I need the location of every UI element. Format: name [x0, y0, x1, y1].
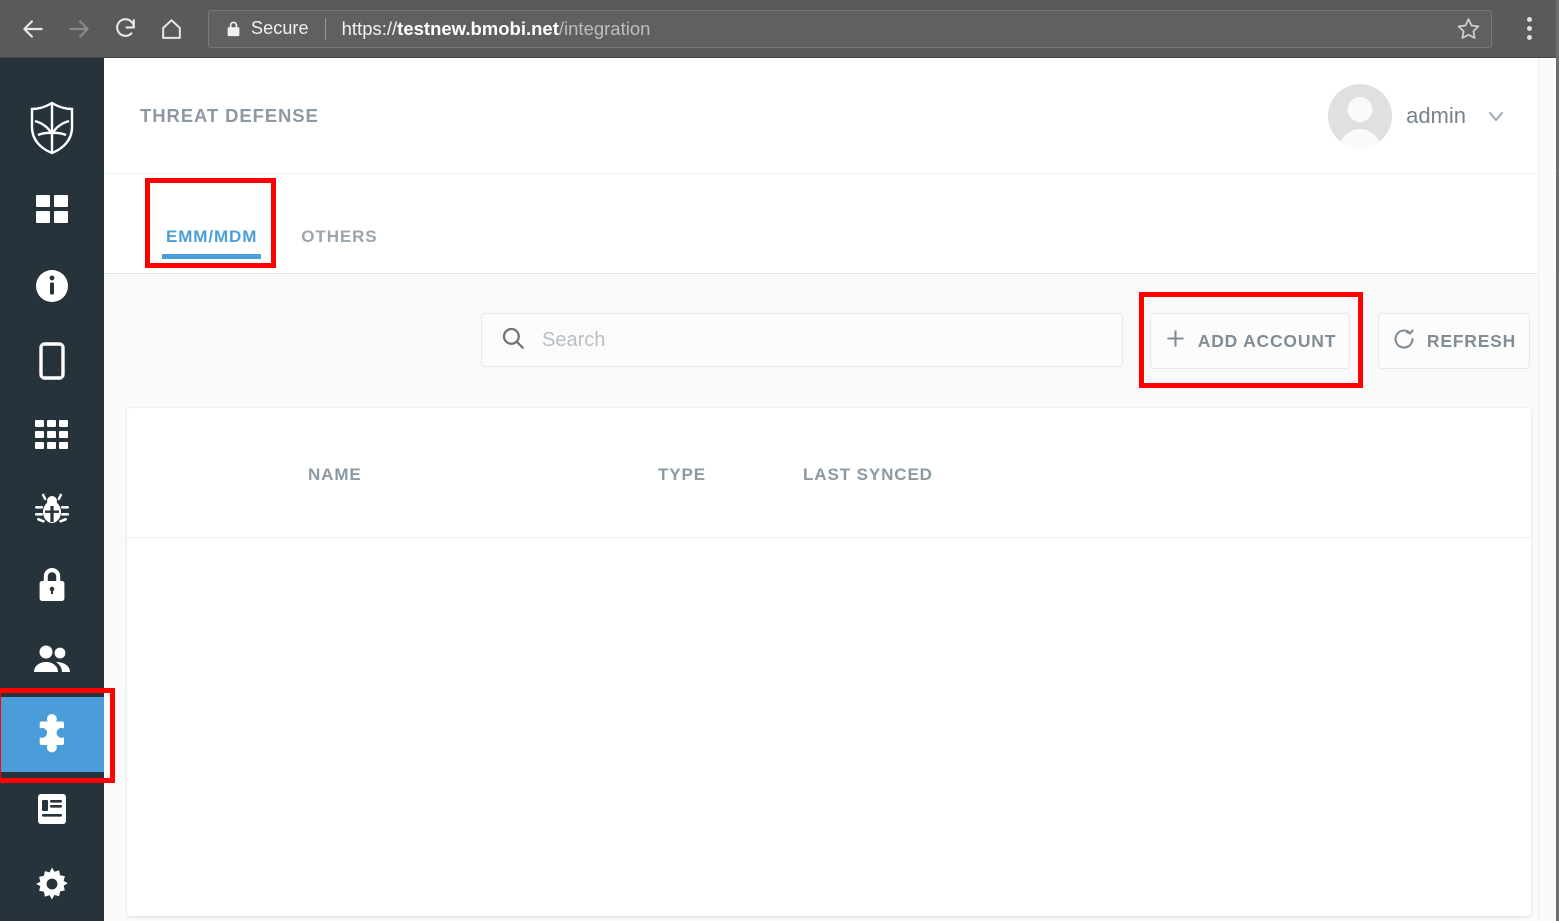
address-bar[interactable]: Secure https://testnew.bmobi.net/integra…	[208, 9, 1492, 48]
plus-icon	[1164, 327, 1187, 355]
sidebar-item-info[interactable]	[0, 248, 104, 323]
column-header-name: NAME	[308, 465, 362, 484]
dashboard-grid-icon	[34, 193, 70, 229]
bug-icon	[33, 491, 71, 529]
browser-window: Secure https://testnew.bmobi.net/integra…	[0, 0, 1559, 921]
avatar-head	[1347, 96, 1373, 122]
sidebar-item-threats[interactable]	[0, 473, 104, 548]
refresh-button[interactable]: REFRESH	[1378, 313, 1530, 369]
puzzle-piece-icon	[31, 713, 73, 755]
apps-grid-icon	[34, 419, 70, 451]
forward-icon[interactable]	[56, 0, 102, 58]
sidebar-item-apps[interactable]	[0, 398, 104, 473]
tab-others[interactable]: OTHERS	[279, 201, 399, 273]
star-icon[interactable]	[1455, 16, 1481, 42]
kebab-menu-icon[interactable]	[1502, 0, 1556, 58]
avatar-body	[1339, 128, 1382, 148]
table-body-empty	[127, 538, 1531, 915]
user-menu[interactable]: admin	[1328, 83, 1516, 148]
browser-toolbar: Secure https://testnew.bmobi.net/integra…	[0, 0, 1556, 58]
sidebar-item-reports[interactable]	[0, 772, 104, 847]
column-header-type: TYPE	[658, 465, 707, 484]
url-scheme: https://	[341, 17, 398, 39]
avatar	[1328, 83, 1393, 148]
back-icon[interactable]	[10, 0, 56, 58]
table-header-row: NAME TYPE LAST SYNCED	[127, 408, 1531, 538]
sidebar-item-users[interactable]	[0, 622, 104, 697]
sidebar-item-integration[interactable]	[0, 696, 104, 772]
gear-icon	[33, 865, 71, 903]
reload-icon[interactable]	[102, 0, 148, 58]
search-input[interactable]	[542, 328, 1104, 352]
refresh-icon	[1392, 327, 1416, 356]
sidebar-item-devices[interactable]	[0, 323, 104, 398]
shield-logo-icon[interactable]	[0, 82, 104, 174]
column-header-last-synced: LAST SYNCED	[803, 465, 933, 484]
app-header: THREAT DEFENSE admin	[104, 58, 1556, 174]
url-path: /integration	[558, 17, 651, 39]
info-circle-icon	[33, 267, 71, 305]
sidebar-item-settings[interactable]	[0, 846, 104, 921]
refresh-label: REFRESH	[1426, 330, 1517, 351]
search-box[interactable]	[481, 313, 1123, 367]
url-host: testnew.bmobi.net	[397, 17, 559, 39]
document-icon	[34, 791, 70, 827]
add-account-button[interactable]: ADD ACCOUNT	[1150, 313, 1350, 369]
lock-icon	[35, 566, 69, 604]
omnibox-divider	[324, 17, 326, 40]
chevron-down-icon[interactable]	[1484, 104, 1508, 128]
page-scrollbar[interactable]	[1538, 58, 1553, 921]
sidebar-item-dashboard[interactable]	[0, 174, 104, 249]
add-account-label: ADD ACCOUNT	[1197, 330, 1337, 351]
tab-emm-mdm[interactable]: EMM/MDM	[144, 201, 279, 273]
mobile-device-icon	[37, 341, 67, 381]
search-icon	[500, 325, 526, 356]
home-icon[interactable]	[148, 0, 194, 58]
url-text: https://testnew.bmobi.net/integration	[342, 18, 651, 40]
page-title: THREAT DEFENSE	[140, 104, 319, 126]
sidebar-item-policies[interactable]	[0, 547, 104, 622]
lock-icon	[225, 19, 242, 39]
username-label: admin	[1406, 102, 1466, 128]
people-icon	[32, 644, 72, 674]
accounts-table-card: NAME TYPE LAST SYNCED	[127, 408, 1531, 916]
sidebar	[0, 58, 104, 921]
tab-bar: EMM/MDM OTHERS	[104, 174, 1556, 274]
secure-label: Secure	[251, 18, 309, 38]
